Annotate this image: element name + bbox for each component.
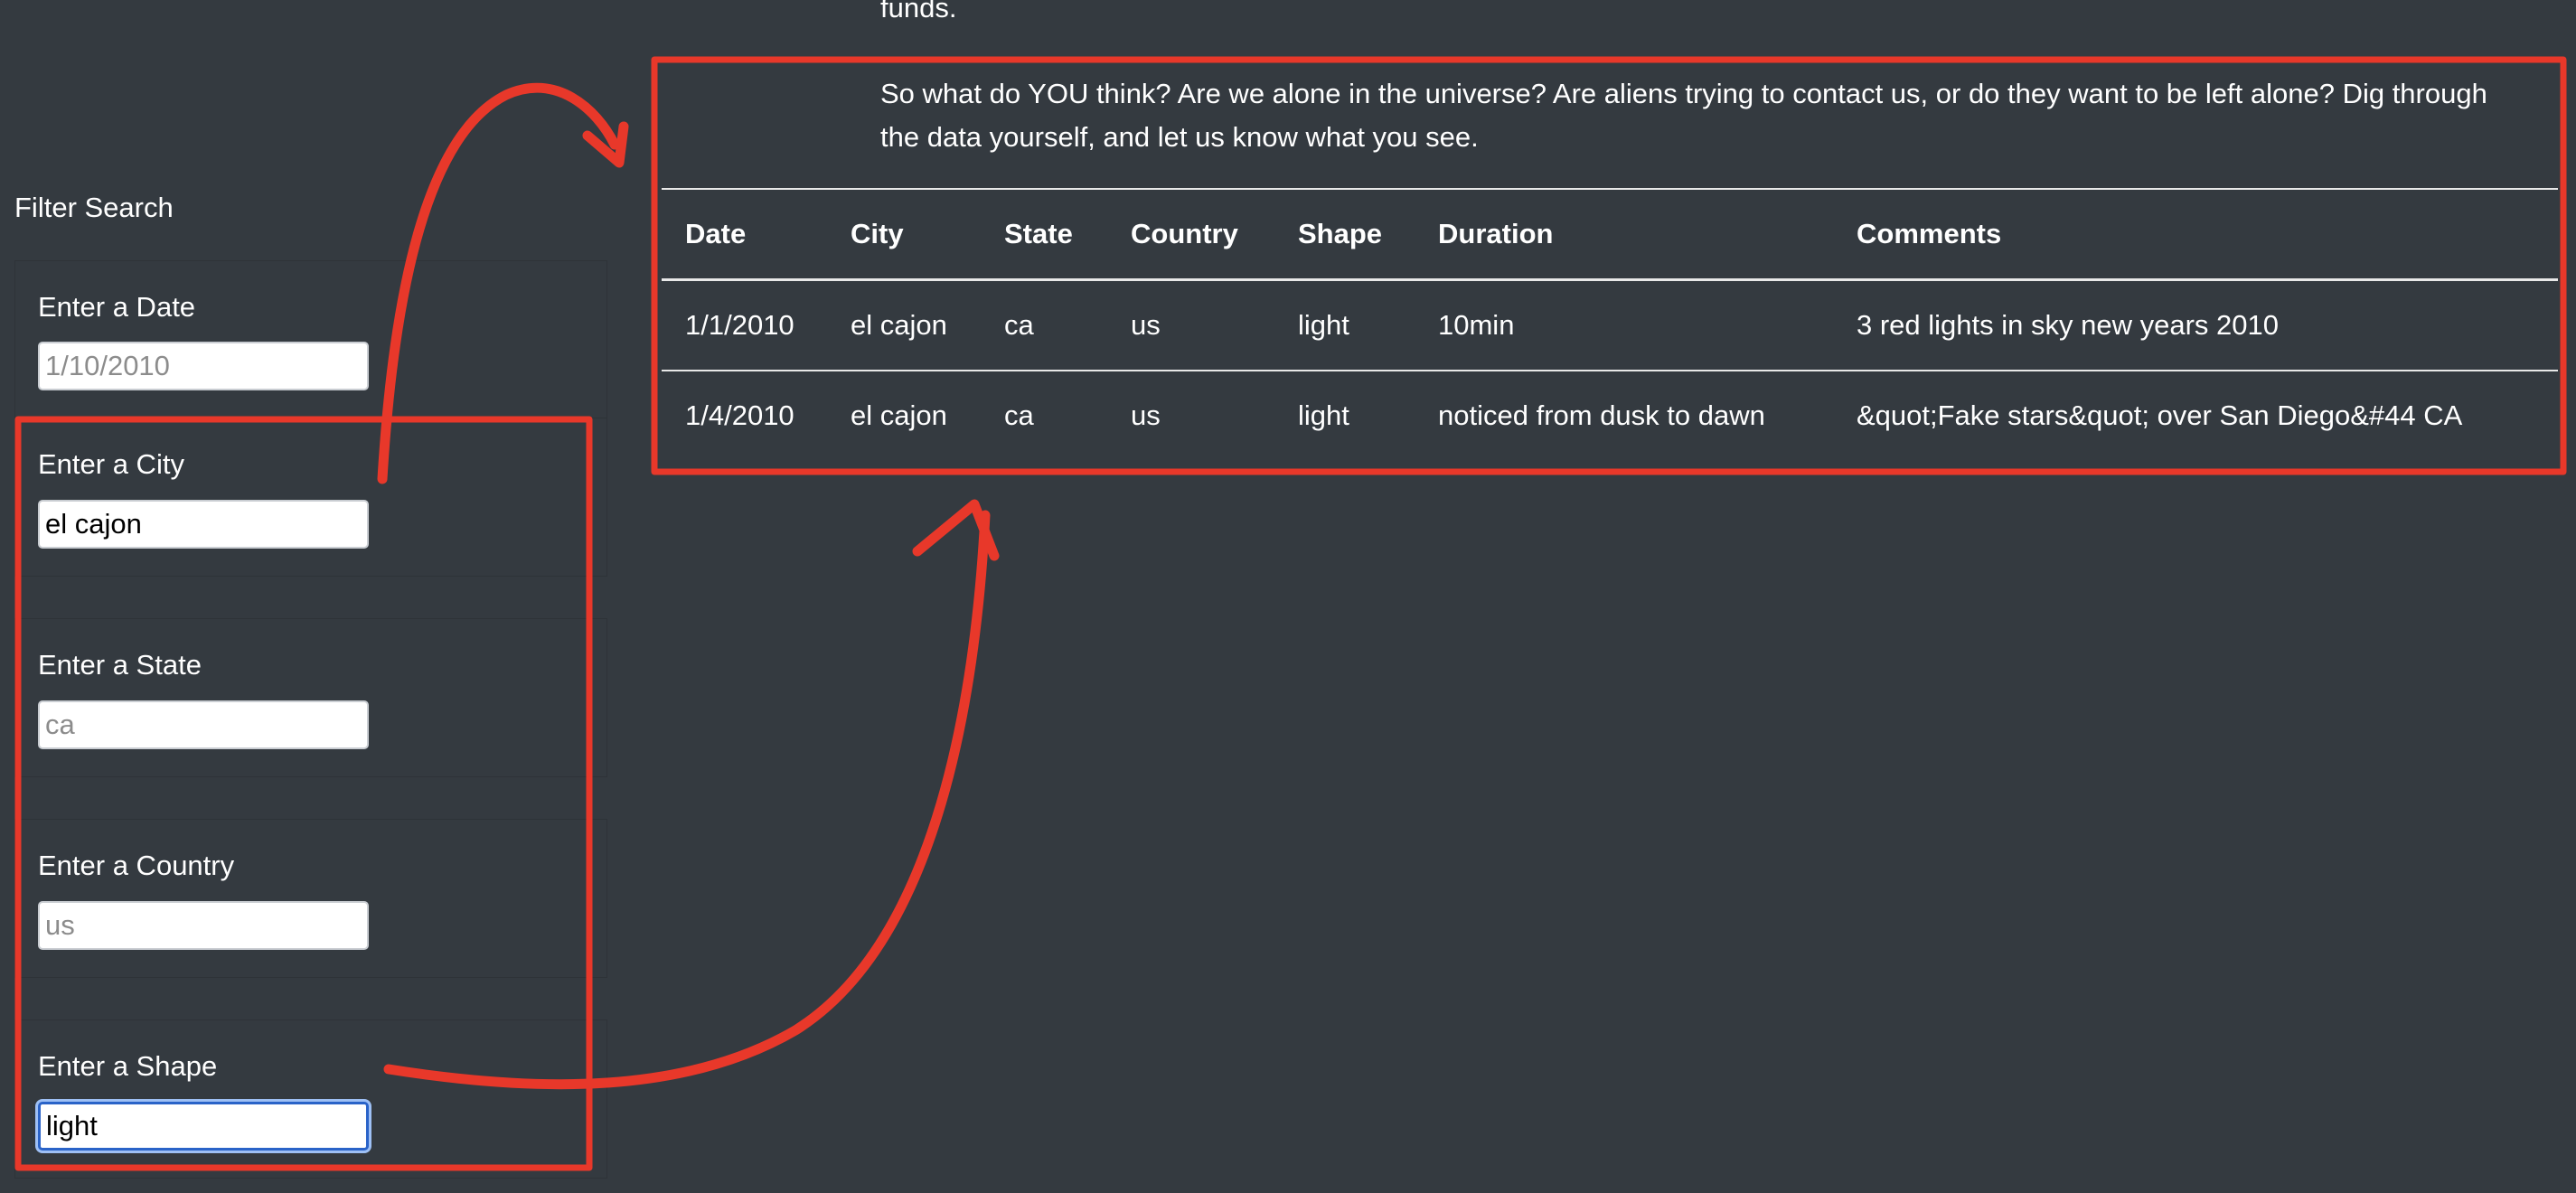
header-date[interactable]: Date	[662, 188, 827, 281]
cell-country: us	[1107, 279, 1274, 371]
state-filter-card	[14, 618, 607, 777]
ufo-sightings-table: Date City State Country Shape Duration C…	[662, 188, 2558, 460]
cell-date: 1/1/2010	[662, 279, 827, 371]
cell-date: 1/4/2010	[685, 399, 794, 431]
cell-shape: light	[1274, 279, 1415, 371]
state-input[interactable]	[38, 700, 369, 749]
cell-shape: light	[1298, 399, 1349, 431]
cell-comments: 3 red lights in sky new years 2010	[1833, 279, 2558, 371]
country-input[interactable]	[38, 901, 369, 950]
city-arrow-head	[582, 121, 629, 168]
table-row: 1/1/2010 el cajon ca us light 10min 3 re…	[662, 279, 2558, 371]
header-city[interactable]: City	[827, 188, 981, 281]
cell-state: ca	[981, 279, 1107, 371]
country-filter-card	[14, 819, 607, 978]
shape-input[interactable]	[38, 1102, 369, 1151]
cell-comments: &quot;Fake stars&quot; over San Diego&#4…	[1857, 399, 2463, 431]
filter-search-title: Filter Search	[14, 192, 174, 223]
header-state[interactable]: State	[981, 188, 1107, 281]
table-header-row: Date City State Country Shape Duration C…	[662, 188, 2558, 281]
header-shape[interactable]: Shape	[1274, 188, 1415, 281]
annotation-overlay	[14, 56, 2567, 1171]
shape-to-table-arrow	[383, 510, 991, 1090]
date-input[interactable]	[38, 342, 369, 390]
cell-state: ca	[1004, 399, 1034, 431]
country-filter-label: Enter a Country	[38, 850, 235, 881]
cell-country: us	[1131, 399, 1161, 431]
header-duration[interactable]: Duration	[1415, 188, 1833, 281]
header-comments[interactable]: Comments	[1833, 188, 2558, 281]
intro-text-tail: funds.	[880, 0, 957, 23]
cell-city: el cajon	[851, 399, 947, 431]
shape-filter-card	[14, 1019, 607, 1179]
header-country[interactable]: Country	[1107, 188, 1274, 281]
date-filter-card	[14, 260, 607, 419]
intro-question-text: So what do YOU think? Are we alone in th…	[880, 78, 2487, 153]
city-filter-label: Enter a City	[38, 448, 184, 480]
date-filter-label: Enter a Date	[38, 291, 196, 323]
state-filter-label: Enter a State	[38, 649, 202, 681]
shape-arrow-head	[912, 499, 1000, 561]
table-row: 1/4/2010 el cajon ca us light noticed fr…	[662, 371, 2558, 460]
cell-duration: 10min	[1415, 279, 1833, 371]
city-input[interactable]	[38, 500, 369, 549]
cell-duration: noticed from dusk to dawn	[1438, 399, 1765, 431]
cell-city: el cajon	[827, 279, 981, 371]
city-filter-card	[14, 418, 607, 577]
shape-filter-label: Enter a Shape	[38, 1050, 218, 1082]
